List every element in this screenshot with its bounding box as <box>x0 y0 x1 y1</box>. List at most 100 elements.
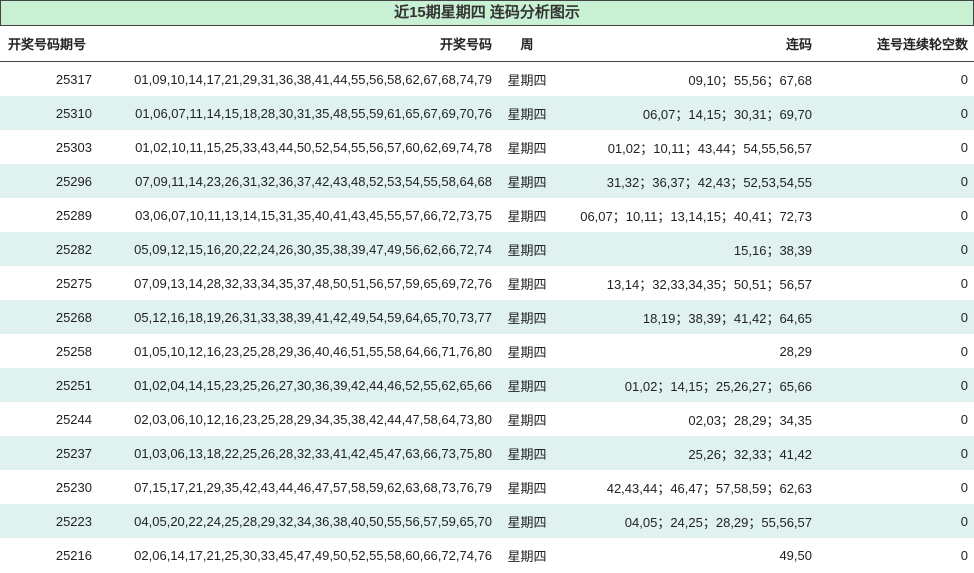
cell-skip: 0 <box>960 479 968 495</box>
cell-weekday: 星期四 <box>507 140 547 156</box>
cell-skip: 0 <box>818 368 974 402</box>
cell-weekday: 星期四 <box>507 344 547 360</box>
cell-numbers: 07,09,13,14,28,32,33,34,35,37,48,50,51,5… <box>134 275 492 291</box>
table-body: 25317 01,09,10,14,17,21,29,31,36,38,41,44… <box>0 62 974 573</box>
cell-consecutive: 18,19；38,39；41,42；64,65 <box>556 300 818 334</box>
cell-numbers: 02,06,14,17,21,25,30,33,45,47,49,50,52,5… <box>134 547 492 563</box>
cell-period: 25237 <box>0 436 98 470</box>
cell-weekday: 星期四 <box>507 208 547 224</box>
analysis-table: 开奖号码期号 开奖号码 周 连码 连号连续轮空数 25317 01,09,10,1… <box>0 26 974 572</box>
cell-weekday: 星期四 <box>498 368 556 402</box>
cell-weekday: 星期四 <box>507 480 547 496</box>
cell-consecutive: 02,03；28,29；34,35 <box>688 412 812 428</box>
cell-numbers: 07,15,17,21,29,35,42,43,44,46,47,57,58,5… <box>134 479 492 495</box>
header-weekday: 周 <box>498 26 556 62</box>
table-row: 25216 02,06,14,17,21,25,30,33,45,47,49,50… <box>0 538 974 572</box>
cell-consecutive: 06,07；10,11；13,14,15；40,41；72,73 <box>580 208 812 224</box>
table-row: 25244 02,03,06,10,12,16,23,25,28,29,34,35… <box>0 402 974 436</box>
cell-skip: 0 <box>818 504 974 538</box>
cell-skip: 0 <box>818 164 974 198</box>
cell-consecutive: 42,43,44；46,47；57,58,59；62,63 <box>606 480 812 496</box>
cell-period: 25268 <box>0 300 98 334</box>
cell-period: 25310 <box>0 96 98 130</box>
cell-numbers: 07,09,11,14,23,26,31,32,36,37,42,43,48,5… <box>98 164 498 198</box>
table-row: 25303 01,02,10,11,15,25,33,43,44,50,52,54… <box>0 130 974 164</box>
cell-skip: 0 <box>818 436 974 470</box>
cell-skip: 0 <box>960 343 968 359</box>
table-row: 25237 01,03,06,13,18,22,25,26,28,32,33,41… <box>0 436 974 470</box>
cell-consecutive: 31,32；36,37；42,43；52,53,54,55 <box>556 164 818 198</box>
cell-period: 25223 <box>0 504 98 538</box>
cell-skip: 0 <box>960 547 968 563</box>
cell-numbers: 01,09,10,14,17,21,29,31,36,38,41,44,55,5… <box>134 71 492 87</box>
cell-skip: 0 <box>960 139 968 155</box>
cell-consecutive: 04,05；24,25；28,29；55,56,57 <box>556 504 818 538</box>
cell-skip: 0 <box>960 275 968 291</box>
cell-period: 25289 <box>55 207 92 223</box>
cell-skip: 0 <box>960 207 968 223</box>
cell-weekday: 星期四 <box>507 72 547 88</box>
header-skip: 连号连续轮空数 <box>818 26 974 62</box>
cell-numbers: 01,02,04,14,15,23,25,26,27,30,36,39,42,4… <box>98 368 498 402</box>
cell-weekday: 星期四 <box>507 276 547 292</box>
header-row: 开奖号码期号 开奖号码 周 连码 连号连续轮空数 <box>0 26 974 62</box>
cell-consecutive: 25,26；32,33；41,42 <box>556 436 818 470</box>
cell-period: 25282 <box>0 232 98 266</box>
table-row: 25275 07,09,13,14,28,32,33,34,35,37,48,50… <box>0 266 974 300</box>
cell-period: 25216 <box>55 547 92 563</box>
cell-period: 25296 <box>0 164 98 198</box>
table-row: 25251 01,02,04,14,15,23,25,26,27,30,36,39… <box>0 368 974 402</box>
cell-weekday: 星期四 <box>498 300 556 334</box>
cell-skip: 0 <box>818 300 974 334</box>
cell-consecutive: 28,29 <box>779 343 812 359</box>
cell-numbers: 05,09,12,15,16,20,22,24,26,30,35,38,39,4… <box>98 232 498 266</box>
cell-period: 25258 <box>55 343 92 359</box>
table-row: 25317 01,09,10,14,17,21,29,31,36,38,41,44… <box>0 62 974 97</box>
cell-period: 25251 <box>0 368 98 402</box>
table-row: 25268 05,12,16,18,19,26,31,33,38,39,41,42… <box>0 300 974 334</box>
cell-period: 25244 <box>55 411 92 427</box>
cell-weekday: 星期四 <box>507 412 547 428</box>
cell-weekday: 星期四 <box>498 504 556 538</box>
table-row: 25289 03,06,07,10,11,13,14,15,31,35,40,41… <box>0 198 974 232</box>
cell-period: 25275 <box>55 275 92 291</box>
cell-period: 25230 <box>55 479 92 495</box>
cell-numbers: 01,05,10,12,16,23,25,28,29,36,40,46,51,5… <box>134 343 492 359</box>
cell-weekday: 星期四 <box>498 164 556 198</box>
table-header: 开奖号码期号 开奖号码 周 连码 连号连续轮空数 <box>0 26 974 62</box>
cell-consecutive: 09,10；55,56；67,68 <box>688 72 812 88</box>
cell-period: 25303 <box>55 139 92 155</box>
cell-consecutive: 49,50 <box>779 547 812 563</box>
cell-weekday: 星期四 <box>498 436 556 470</box>
cell-numbers: 04,05,20,22,24,25,28,29,32,34,36,38,40,5… <box>98 504 498 538</box>
cell-weekday: 星期四 <box>498 232 556 266</box>
table-row: 25258 01,05,10,12,16,23,25,28,29,36,40,46… <box>0 334 974 368</box>
header-consecutive: 连码 <box>556 26 818 62</box>
cell-numbers: 02,03,06,10,12,16,23,25,28,29,34,35,38,4… <box>134 411 492 427</box>
cell-numbers: 01,02,10,11,15,25,33,43,44,50,52,54,55,5… <box>135 139 492 155</box>
cell-consecutive: 06,07；14,15；30,31；69,70 <box>556 96 818 130</box>
cell-numbers: 05,12,16,18,19,26,31,33,38,39,41,42,49,5… <box>98 300 498 334</box>
cell-numbers: 01,06,07,11,14,15,18,28,30,31,35,48,55,5… <box>98 96 498 130</box>
cell-weekday: 星期四 <box>498 96 556 130</box>
cell-consecutive: 01,02；10,11；43,44；54,55,56,57 <box>607 140 812 156</box>
header-numbers: 开奖号码 <box>98 26 498 62</box>
cell-consecutive: 15,16；38,39 <box>556 232 818 266</box>
cell-skip: 0 <box>960 411 968 427</box>
table-row: 25282 05,09,12,15,16,20,22,24,26,30,35,38… <box>0 232 974 266</box>
cell-consecutive: 01,02；14,15；25,26,27；65,66 <box>556 368 818 402</box>
cell-consecutive: 13,14；32,33,34,35；50,51；56,57 <box>606 276 812 292</box>
cell-skip: 0 <box>818 232 974 266</box>
cell-numbers: 01,03,06,13,18,22,25,26,28,32,33,41,42,4… <box>98 436 498 470</box>
table-title: 近15期星期四 连码分析图示 <box>0 0 974 26</box>
table-row: 25230 07,15,17,21,29,35,42,43,44,46,47,57… <box>0 470 974 504</box>
cell-skip: 0 <box>960 71 968 87</box>
cell-numbers: 03,06,07,10,11,13,14,15,31,35,40,41,43,4… <box>135 207 492 223</box>
table-row: 25310 01,06,07,11,14,15,18,28,30,31,35,48… <box>0 96 974 130</box>
cell-period: 25317 <box>55 71 92 87</box>
table-row: 25223 04,05,20,22,24,25,28,29,32,34,36,38… <box>0 504 974 538</box>
table-row: 25296 07,09,11,14,23,26,31,32,36,37,42,43… <box>0 164 974 198</box>
cell-weekday: 星期四 <box>507 548 547 564</box>
cell-skip: 0 <box>818 96 974 130</box>
header-period: 开奖号码期号 <box>0 26 98 62</box>
